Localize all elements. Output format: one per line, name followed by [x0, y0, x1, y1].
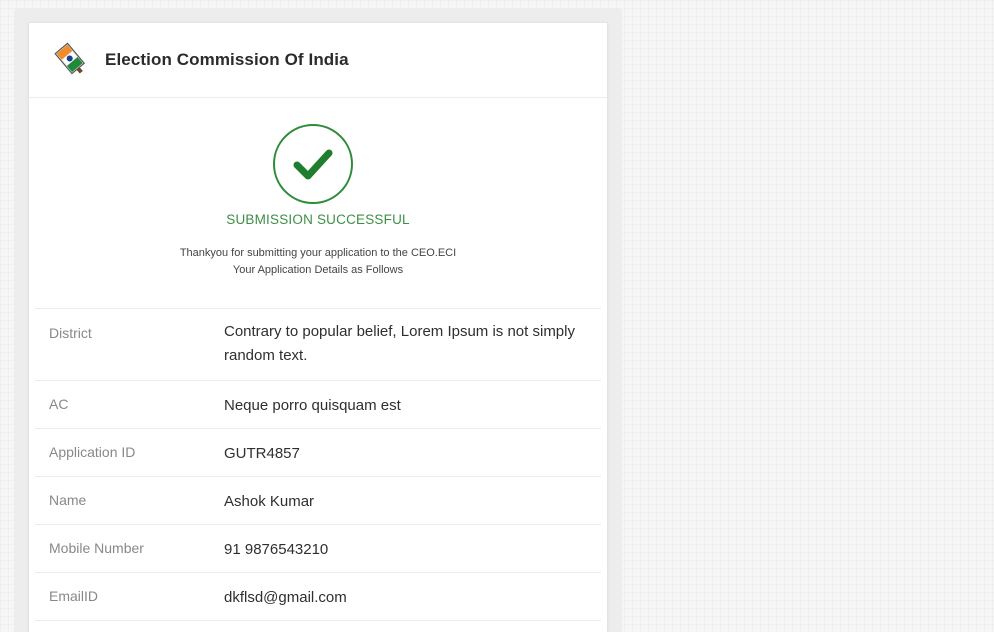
success-message-line1: Thankyou for submitting your application…	[179, 247, 457, 259]
detail-label: Name	[49, 492, 87, 508]
confirmation-card: Election Commission Of India SUBMISSION …	[28, 22, 608, 632]
application-details: District Contrary to popular belief, Lor…	[35, 309, 601, 621]
success-message-line2: Your Application Details as Follows	[232, 264, 404, 276]
detail-value: GUTR4857	[224, 445, 300, 462]
detail-value: Neque porro quisquam est	[224, 397, 401, 414]
detail-row-mobile-number: Mobile Number 91 9876543210	[35, 525, 601, 573]
detail-row-application-id: Application ID GUTR4857	[35, 429, 601, 477]
page-background: Election Commission Of India SUBMISSION …	[0, 0, 994, 632]
eci-logo-icon	[54, 42, 86, 75]
success-section: SUBMISSION SUCCESSFUL Thankyou for submi…	[35, 98, 601, 309]
detail-row-district: District Contrary to popular belief, Lor…	[35, 309, 601, 381]
success-message: Thankyou for submitting your application…	[35, 245, 601, 279]
detail-row-ac: AC Neque porro quisquam est	[35, 381, 601, 429]
detail-label: Mobile Number	[49, 540, 144, 556]
detail-label: District	[49, 325, 92, 341]
detail-value: Ashok Kumar	[224, 493, 315, 510]
checkmark-circle-icon	[273, 124, 353, 204]
detail-row-name: Name Ashok Kumar	[35, 477, 601, 525]
detail-value[interactable]: dkflsd@gmail.com	[224, 573, 601, 620]
detail-label: Application ID	[49, 444, 136, 460]
detail-row-email: EmailID dkflsd@gmail.com	[35, 573, 601, 621]
detail-value: Contrary to popular belief, Lorem Ipsum …	[224, 323, 575, 364]
detail-label: EmailID	[49, 588, 99, 604]
detail-label: AC	[49, 396, 69, 412]
checkmark-icon	[293, 149, 333, 180]
detail-value: 91 9876543210	[224, 541, 329, 558]
card-title: Election Commission Of India	[105, 50, 349, 69]
success-title: SUBMISSION SUCCESSFUL	[226, 212, 410, 227]
card-header: Election Commission Of India	[29, 23, 607, 98]
